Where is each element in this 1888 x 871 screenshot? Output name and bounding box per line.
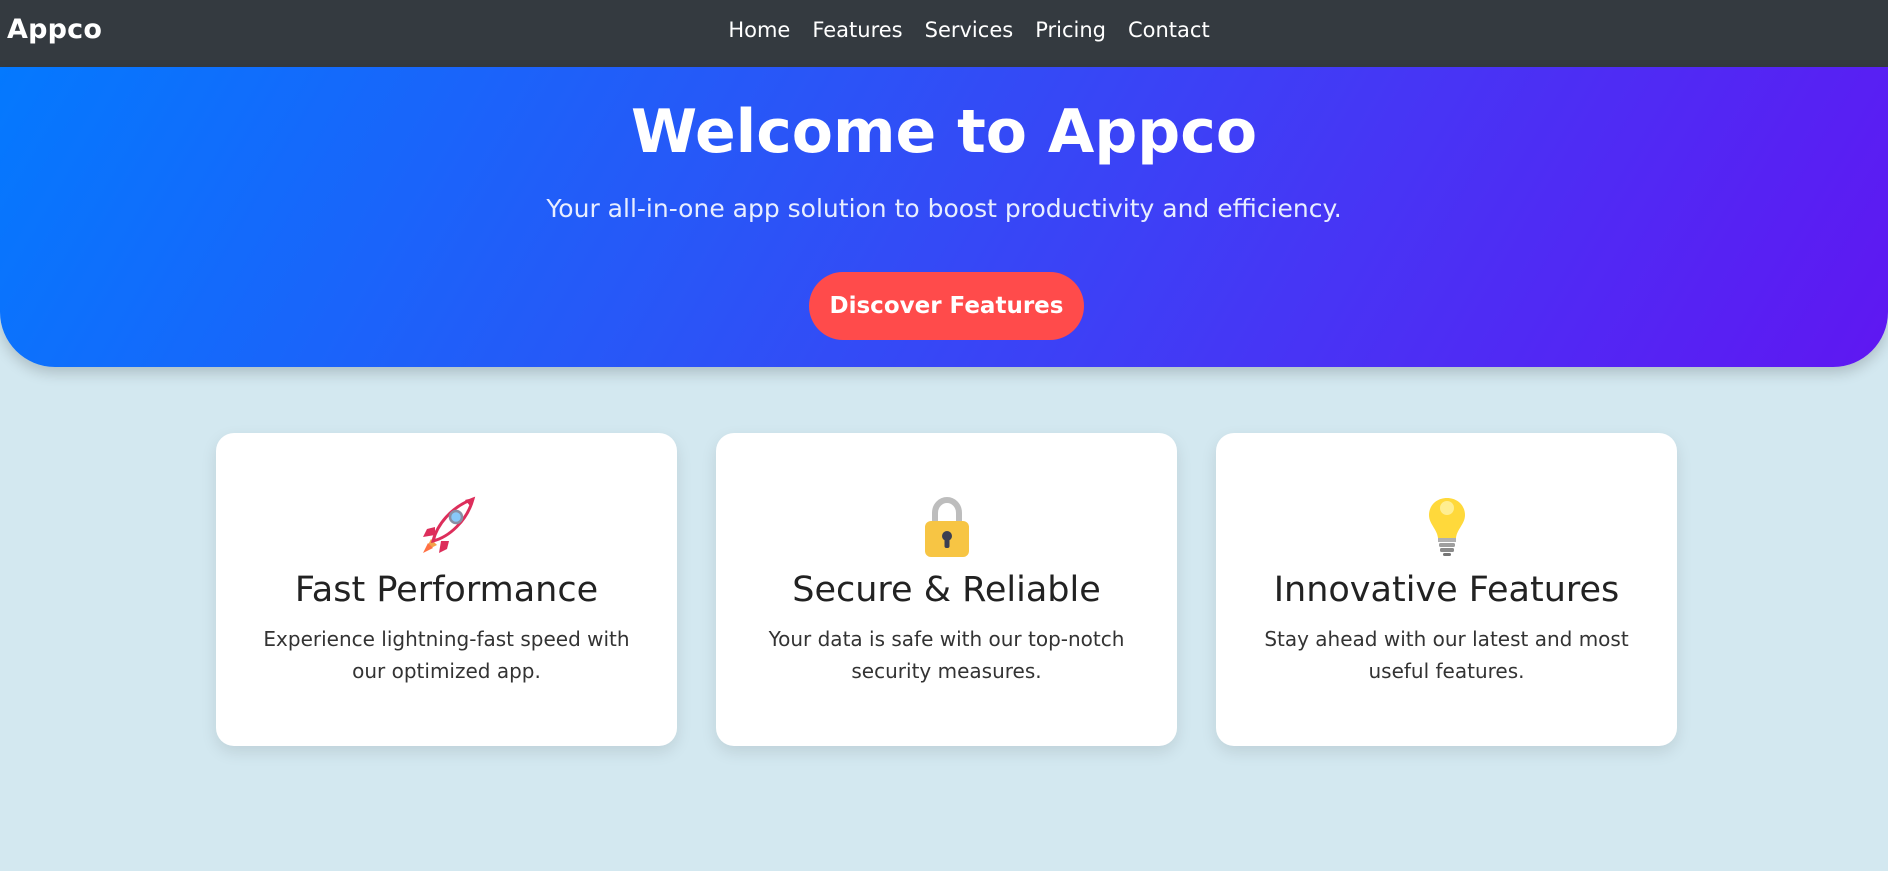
nav-menu: Home Features Services Pricing Contact <box>0 18 1888 42</box>
lightbulb-icon <box>1428 498 1465 556</box>
feature-title: Innovative Features <box>1273 570 1620 610</box>
feature-card-innovative-features: Innovative Features Stay ahead with our … <box>1216 433 1677 746</box>
feature-description: Stay ahead with our latest and most usef… <box>1264 627 1629 683</box>
hero-title: Welcome to Appco <box>630 97 1258 167</box>
navbar: Appco Home Features Services Pricing Con… <box>0 0 1888 67</box>
feature-title: Fast Performance <box>294 570 599 610</box>
feature-description: Experience lightning-fast speed with our… <box>263 627 630 683</box>
feature-description: Your data is safe with our top-notch sec… <box>768 627 1125 683</box>
feature-title: Secure & Reliable <box>792 570 1101 610</box>
lock-icon <box>924 496 969 557</box>
discover-features-button[interactable]: Discover Features <box>809 272 1084 340</box>
feature-card-fast-performance: Fast Performance Experience lightning-fa… <box>216 433 677 746</box>
hero-section: Welcome to Appco Your all-in-one app sol… <box>0 67 1888 367</box>
feature-card-secure-reliable: Secure & Reliable Your data is safe with… <box>716 433 1177 746</box>
nav-link-home[interactable]: Home <box>728 18 790 42</box>
nav-link-features[interactable]: Features <box>812 18 902 42</box>
hero-subtitle: Your all-in-one app solution to boost pr… <box>546 194 1342 223</box>
nav-link-contact[interactable]: Contact <box>1128 18 1210 42</box>
nav-link-pricing[interactable]: Pricing <box>1035 18 1106 42</box>
nav-link-services[interactable]: Services <box>925 18 1014 42</box>
features-section: Fast Performance Experience lightning-fa… <box>0 433 1888 746</box>
rocket-icon <box>422 496 475 553</box>
